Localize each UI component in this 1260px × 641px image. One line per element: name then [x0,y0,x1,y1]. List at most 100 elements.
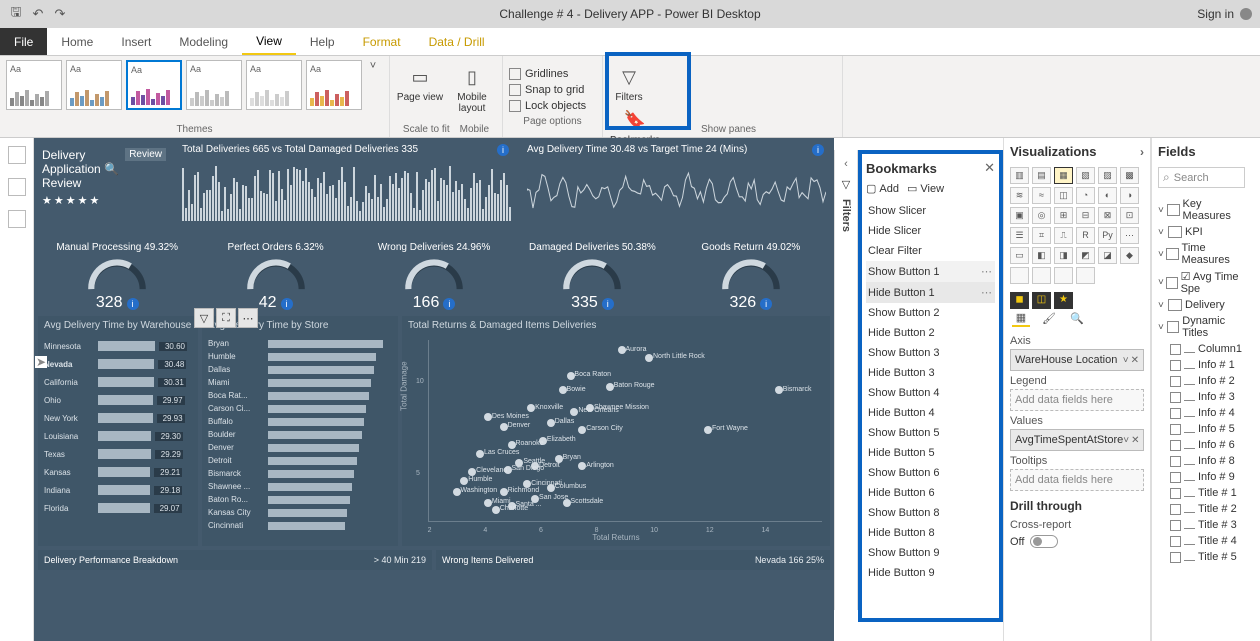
theme-swatch[interactable]: Aa [66,60,122,110]
field-column[interactable]: Info # 3 [1158,389,1245,405]
file-tab[interactable]: File [0,28,47,55]
viz-type-icon[interactable]: ◨ [1054,247,1073,264]
scatter-point[interactable] [555,455,563,463]
viz-type-icon[interactable]: ◑ [1120,187,1139,204]
gauge-card[interactable]: Damaged Deliveries 50.38%335i [513,242,671,312]
bar-row[interactable]: Detroit [208,454,392,467]
report-view-icon[interactable] [8,146,26,164]
scatter-point[interactable] [563,499,571,507]
scatter-point[interactable] [531,495,539,503]
bookmark-item[interactable]: Show Button 4 [866,383,995,403]
viz-type-icon[interactable]: ◐ [1098,187,1117,204]
tab-datadrill[interactable]: Data / Drill [415,28,499,55]
scatter-point[interactable] [539,437,547,445]
field-column[interactable]: Title # 4 [1158,533,1245,549]
bar-row[interactable]: Baton Ro... [208,493,392,506]
viz-type-icon[interactable]: R [1076,227,1095,244]
panel-performance-breakdown[interactable]: Delivery Performance Breakdown> 40 Min 2… [38,550,432,570]
scatter-point[interactable] [453,488,461,496]
bookmark-item[interactable]: Show Button 6 [866,463,995,483]
viz-type-icon[interactable]: ◔ [1076,187,1095,204]
viz-type-icon[interactable]: ▤ [1032,167,1051,184]
remove-icon[interactable]: ✕ [1131,355,1139,366]
scatter-point[interactable] [460,477,468,485]
bar-row[interactable]: Shawnee ... [208,480,392,493]
viz-type-icon[interactable]: ⊠ [1098,207,1117,224]
scatter-point[interactable] [531,462,539,470]
field-table[interactable]: ˅Key Measures [1158,196,1245,224]
gauge-card[interactable]: Manual Processing 49.32%328i [38,242,196,312]
scatter-point[interactable] [618,346,626,354]
field-table[interactable]: ˅KPI [1158,224,1245,240]
scatter-point[interactable] [775,386,783,394]
theme-swatch[interactable]: Aa [246,60,302,110]
chevron-right-icon[interactable]: › [1140,145,1144,159]
bookmark-item[interactable]: Show Button 1⋯ [866,261,995,282]
viz-type-icon[interactable]: ◎ [1032,207,1051,224]
bookmark-item[interactable]: Hide Button 8 [866,523,995,543]
viz-type-icon[interactable]: ⌗ [1032,227,1051,244]
analytics-tab-icon[interactable]: 🔍 [1068,309,1086,327]
scatter-point[interactable] [484,413,492,421]
field-table[interactable]: ˅Time Measures [1158,240,1245,268]
viz-type-icon[interactable]: ⋯ [1120,227,1139,244]
theme-swatch[interactable]: Aa [126,60,182,110]
scatter-point[interactable] [468,468,476,476]
viz-type-icon[interactable]: ◧ [1032,247,1051,264]
fields-tab-icon[interactable]: ▦ [1012,309,1030,327]
bar-row[interactable]: Louisiana29.30 [44,427,192,445]
field-column[interactable]: Info # 2 [1158,373,1245,389]
viz-type-icon[interactable]: ▭ [1010,247,1029,264]
viz-type-icon[interactable]: Py [1098,227,1117,244]
field-column[interactable]: Info # 9 [1158,469,1245,485]
bookmark-item[interactable]: Hide Button 1⋯ [866,282,995,303]
model-view-icon[interactable] [8,210,26,228]
bookmark-item[interactable]: Hide Button 6 [866,483,995,503]
gauge-card[interactable]: Perfect Orders 6.32%42i [196,242,354,312]
bar-row[interactable]: Boca Rat... [208,389,392,402]
field-column[interactable]: Title # 3 [1158,517,1245,533]
panel-warehouse[interactable]: Avg Delivery Time by Warehouse Minnesota… [38,316,198,546]
expand-arrow-icon[interactable]: ➤ [35,356,47,368]
viz-type-icon[interactable]: ☰ [1010,227,1029,244]
viz-type-icon[interactable]: ⎍ [1054,227,1073,244]
viz-type-icon[interactable]: ◫ [1032,292,1051,309]
close-icon[interactable]: ✕ [984,160,995,176]
scatter-point[interactable] [704,426,712,434]
bar-row[interactable]: Humble [208,350,392,363]
viz-type-icon[interactable]: ◫ [1054,187,1073,204]
chevron-left-icon[interactable]: ‹ [844,158,848,170]
tab-modeling[interactable]: Modeling [165,28,242,55]
bar-row[interactable]: Kansas City [208,506,392,519]
scatter-point[interactable] [645,354,653,362]
kpi-total-deliveries[interactable]: Total Deliveries 665 vs Total Damaged De… [174,138,519,238]
redo-icon[interactable]: ↷ [52,6,68,22]
bar-row[interactable]: Dallas [208,363,392,376]
snap-check[interactable]: Snap to grid [509,82,596,98]
bookmark-item[interactable]: Show Button 5 [866,423,995,443]
bar-row[interactable]: Minnesota30.60 [44,337,192,355]
viz-type-icon[interactable] [1010,267,1029,284]
bookmark-item[interactable]: Show Button 2 [866,303,995,323]
undo-icon[interactable]: ↶ [30,6,46,22]
page-view-button[interactable]: ▭Page view [396,60,444,103]
scatter-point[interactable] [508,502,516,510]
scatter-point[interactable] [586,404,594,412]
bar-row[interactable]: Bryan [208,337,392,350]
panel-scatter[interactable]: Total Returns & Damaged Items Deliveries… [402,316,830,546]
bar-row[interactable]: Carson Ci... [208,402,392,415]
axis-field[interactable]: WareHouse Location˅✕ [1010,349,1144,371]
bookmark-item[interactable]: Show Button 3 [866,343,995,363]
field-table[interactable]: ˅Dynamic Titles [1158,313,1245,341]
bar-row[interactable]: Indiana29.18 [44,481,192,499]
viz-type-icon[interactable]: ◪ [1098,247,1117,264]
scatter-point[interactable] [500,423,508,431]
bookmark-item[interactable]: Show Slicer [866,201,995,221]
legend-well[interactable]: Add data fields here [1010,389,1144,411]
scatter-point[interactable] [570,408,578,416]
search-icon[interactable]: 🔍 [104,162,119,176]
viz-type-icon[interactable]: ≋ [1010,187,1029,204]
bar-row[interactable]: Boulder [208,428,392,441]
kpi-avg-delivery-time[interactable]: Avg Delivery Time 30.48 vs Target Time 2… [519,138,834,238]
bookmark-item[interactable]: Hide Button 3 [866,363,995,383]
